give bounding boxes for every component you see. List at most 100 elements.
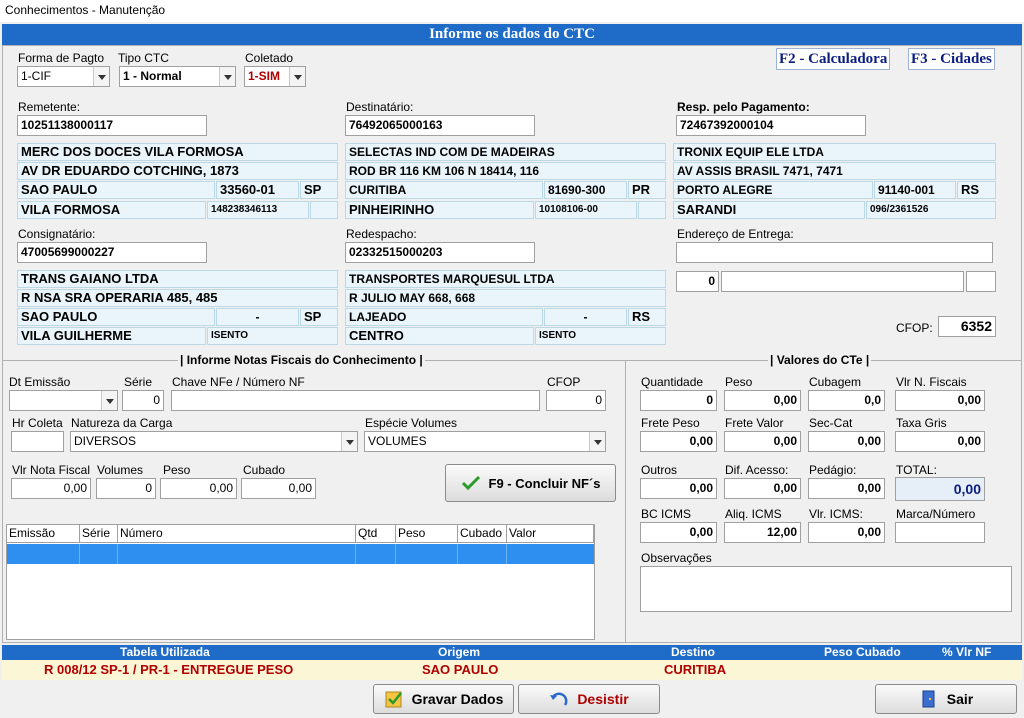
grid-header-emissao[interactable]: Emissão [7, 525, 80, 543]
volumes-input[interactable]: 0 [96, 478, 156, 499]
window-titlebar: Conhecimentos - Manutenção [0, 0, 1024, 22]
redespacho-cidade: LAJEADO [345, 308, 543, 326]
coletado-label: Coletado [245, 51, 294, 65]
destinatario-cnpj-input[interactable]: 76492065000163 [345, 115, 535, 136]
hr-coleta-input[interactable] [11, 431, 64, 452]
cidades-shortcut[interactable]: F3 - Cidades [908, 48, 995, 70]
cfop-input[interactable]: 6352 [938, 316, 996, 337]
remetente-label: Remetente: [18, 100, 81, 114]
vlr-nota-input[interactable]: 0,00 [11, 478, 91, 499]
chevron-down-icon[interactable] [341, 432, 357, 451]
remetente-cidade: SAO PAULO [17, 181, 215, 199]
grid-header-cubado[interactable]: Cubado [458, 525, 507, 543]
tabela-row-tabela: R 008/12 SP-1 / PR-1 - ENTREGUE PESO [44, 662, 294, 677]
total-label: TOTAL: [896, 463, 937, 477]
observacoes-textarea[interactable] [640, 566, 1012, 612]
cubagem-label: Cubagem [809, 375, 862, 389]
entrega-endereco-input[interactable] [676, 242, 993, 263]
hr-coleta-label: Hr Coleta [12, 416, 63, 430]
aliq-icms-input[interactable]: 12,00 [724, 522, 801, 543]
redespacho-cnpj-input[interactable]: 02332515000203 [345, 242, 535, 263]
bc-icms-input[interactable]: 0,00 [640, 522, 717, 543]
grid-header-serie[interactable]: Série [80, 525, 118, 543]
tabela-header-tabela: Tabela Utilizada [120, 645, 210, 659]
grid-header-qtd[interactable]: Qtd [356, 525, 396, 543]
nf-cfop-input[interactable]: 0 [546, 390, 606, 411]
taxa-gris-input[interactable]: 0,00 [895, 431, 985, 452]
destinatario-bairro: PINHEIRINHO [345, 201, 534, 219]
serie-input[interactable]: 0 [122, 390, 164, 411]
grid-header-peso[interactable]: Peso [396, 525, 458, 543]
frete-valor-input[interactable]: 0,00 [724, 431, 801, 452]
tipo-ctc-select[interactable]: 1 - Normal [119, 66, 236, 87]
destinatario-extra [638, 201, 666, 219]
natureza-select[interactable]: DIVERSOS [70, 431, 358, 452]
vlr-icms-input[interactable]: 0,00 [808, 522, 885, 543]
tipo-ctc-value: 1 - Normal [123, 69, 182, 83]
especie-select[interactable]: VOLUMES [364, 431, 606, 452]
sair-button[interactable]: Sair [875, 684, 1017, 714]
notas-grid[interactable]: Emissão Série Número Qtd Peso Cubado Val… [6, 524, 595, 640]
consignatario-cnpj-input[interactable]: 47005699000227 [17, 242, 207, 263]
natureza-value: DIVERSOS [74, 434, 137, 448]
table-row[interactable] [7, 544, 594, 564]
desistir-button[interactable]: Desistir [518, 684, 660, 714]
grid-header-valor[interactable]: Valor [507, 525, 594, 543]
destinatario-nome: SELECTAS IND COM DE MADEIRAS [345, 143, 666, 161]
chevron-down-icon[interactable] [589, 432, 605, 451]
chave-input[interactable] [171, 390, 540, 411]
destinatario-label: Destinatário: [346, 100, 414, 114]
destinatario-cidade: CURITIBA [345, 181, 543, 199]
grid-header-numero[interactable]: Número [118, 525, 356, 543]
nf-peso-input[interactable]: 0,00 [160, 478, 237, 499]
entrega-complemento-input[interactable] [721, 271, 964, 292]
remetente-cep: 33560-01 [216, 181, 299, 199]
vlr-nf-label: Vlr N. Fiscais [896, 375, 967, 389]
chevron-down-icon[interactable] [289, 67, 305, 86]
forma-pagto-select[interactable]: 1-CIF [17, 66, 110, 87]
redespacho-endereco: R JULIO MAY 668, 668 [345, 289, 666, 307]
chevron-down-icon[interactable] [93, 67, 109, 86]
chevron-down-icon[interactable] [219, 67, 235, 86]
tabela-header-origem: Origem [438, 645, 481, 659]
section-vertical-divider [625, 360, 626, 643]
entrega-uf-input[interactable] [966, 271, 996, 292]
forma-pagto-value: 1-CIF [21, 69, 51, 83]
especie-value: VOLUMES [368, 434, 427, 448]
observacoes-label: Observações [641, 551, 712, 565]
coletado-select[interactable]: 1-SIM [244, 66, 306, 87]
consignatario-endereco: R NSA SRA OPERARIA 485, 485 [17, 289, 338, 307]
marca-input[interactable] [895, 522, 985, 543]
sec-cat-input[interactable]: 0,00 [808, 431, 885, 452]
window-title: Conhecimentos - Manutenção [5, 3, 166, 17]
peso-input[interactable]: 0,00 [724, 390, 801, 411]
resp-pagamento-cnpj-input[interactable]: 72467392000104 [676, 115, 866, 136]
quantidade-input[interactable]: 0 [640, 390, 717, 411]
consignatario-nome: TRANS GAIANO LTDA [17, 270, 338, 288]
dif-acesso-input[interactable]: 0,00 [724, 478, 801, 499]
gravar-dados-button[interactable]: Gravar Dados [373, 684, 514, 714]
save-check-icon [385, 691, 402, 708]
concluir-nfs-button[interactable]: F9 - Concluir NF´s [445, 464, 616, 502]
remetente-endereco: AV DR EDUARDO COTCHING, 1873 [17, 162, 338, 180]
cubagem-input[interactable]: 0,0 [808, 390, 885, 411]
natureza-label: Natureza da Carga [71, 416, 173, 430]
quantidade-label: Quantidade [641, 375, 704, 389]
remetente-uf: SP [300, 181, 338, 199]
entrega-numero-input[interactable]: 0 [676, 271, 719, 292]
vlr-nf-input[interactable]: 0,00 [895, 390, 985, 411]
nf-cubado-input[interactable]: 0,00 [241, 478, 316, 499]
frete-peso-input[interactable]: 0,00 [640, 431, 717, 452]
remetente-cnpj-input[interactable]: 10251138000117 [17, 115, 207, 136]
chevron-down-icon[interactable] [101, 391, 117, 410]
dt-emissao-select[interactable] [9, 390, 118, 411]
resp-pagamento-cidade: PORTO ALEGRE [673, 181, 873, 199]
pedagio-input[interactable]: 0,00 [808, 478, 885, 499]
tabela-header-destino: Destino [671, 645, 716, 659]
frete-valor-label: Frete Valor [725, 416, 784, 430]
sec-cat-label: Sec-Cat [809, 416, 853, 430]
calculadora-shortcut[interactable]: F2 - Calculadora [776, 48, 891, 70]
outros-input[interactable]: 0,00 [640, 478, 717, 499]
volumes-label: Volumes [97, 463, 144, 477]
tabela-row[interactable]: R 008/12 SP-1 / PR-1 - ENTREGUE PESO SAO… [2, 660, 1022, 680]
